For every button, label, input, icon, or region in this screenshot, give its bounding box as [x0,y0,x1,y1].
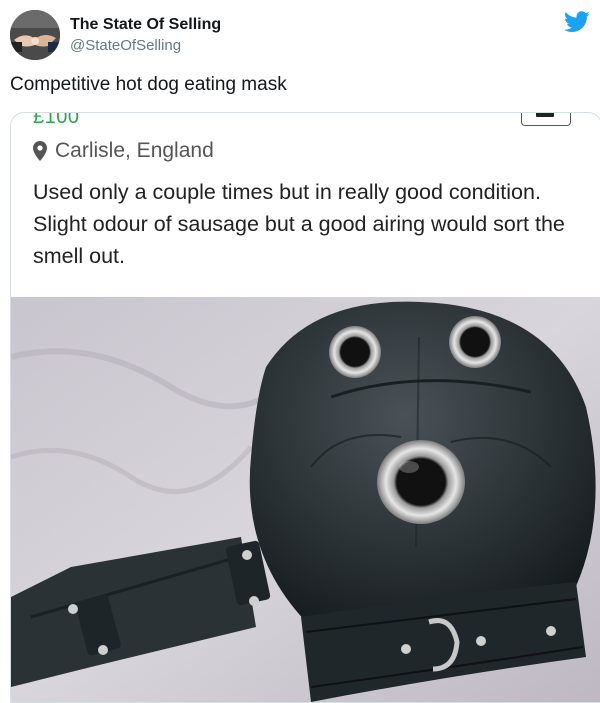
tweet-media[interactable]: £100 Carlisle, England Used only a coupl… [10,112,600,703]
listing-location-row: Carlisle, England [33,139,214,163]
avatar[interactable] [10,10,60,60]
handshake-avatar-image [10,10,60,60]
product-photo [11,297,600,702]
user-handle[interactable]: @StateOfSelling [70,37,181,54]
message-icon [521,113,571,126]
tweet-text: Competitive hot dog eating mask [10,74,287,95]
listing-price: £100 [33,112,80,128]
twitter-bird-icon[interactable] [564,10,590,34]
listing-location: Carlisle, England [55,139,214,162]
display-name[interactable]: The State Of Selling [70,16,221,34]
listing-description: Used only a couple times but in really g… [33,180,565,268]
tweet-header: The State Of Selling @StateOfSelling [10,8,590,64]
map-pin-icon [33,141,47,161]
